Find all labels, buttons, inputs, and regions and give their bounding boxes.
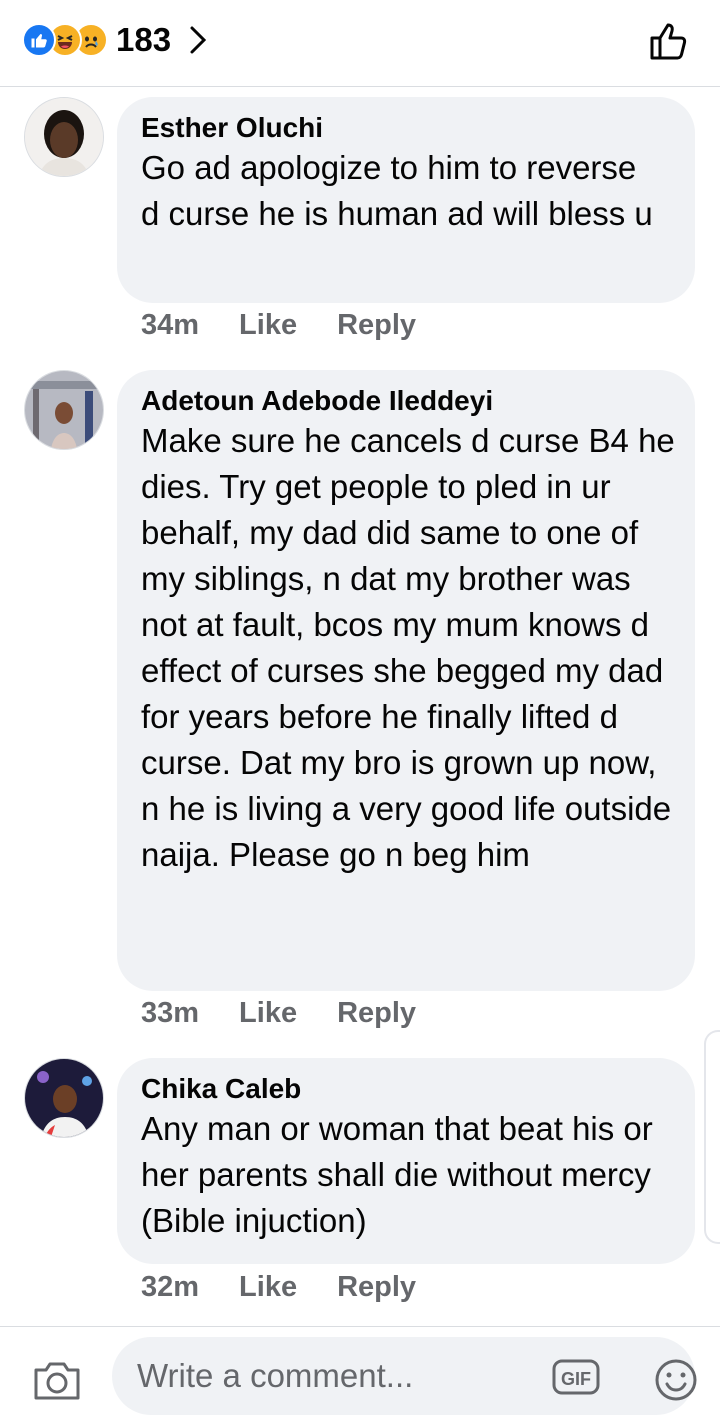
chevron-right-icon [190,26,207,54]
comment-input[interactable]: Write a comment... [112,1337,695,1415]
reply-button[interactable]: Reply [337,309,416,342]
comment-composer: Write a comment... GIF [0,1326,720,1423]
comment-text: Make sure he cancels d curse B4 he dies.… [141,422,675,873]
comment-bubble[interactable]: Esther Oluchi Go ad apologize to him to … [117,97,695,303]
reaction-count: 183 [116,21,172,58]
like-post-button[interactable] [648,20,690,62]
comment-bubble[interactable]: Adetoun Adebode Ileddeyi Make sure he ca… [117,370,695,991]
like-button[interactable]: Like [239,309,297,342]
like-icon [22,23,56,57]
emoji-icon[interactable] [654,1358,698,1402]
comment-bubble[interactable]: Chika Caleb Any man or woman that beat h… [117,1058,695,1264]
comment-actions: 33m Like Reply [141,997,456,1030]
like-button[interactable]: Like [239,997,297,1030]
reaction-summary[interactable]: 183 [22,21,207,58]
comment-actions: 34m Like Reply [141,309,456,342]
svg-text:GIF: GIF [561,1369,591,1389]
reply-button[interactable]: Reply [337,997,416,1030]
gif-button[interactable]: GIF [552,1359,600,1395]
comment-text: Go ad apologize to him to reverse d curs… [141,149,653,232]
scrollbar[interactable] [704,1030,720,1244]
comment-author[interactable]: Chika Caleb [141,1072,671,1106]
reactions-header: 183 [0,0,720,87]
comment-author[interactable]: Adetoun Adebode Ileddeyi [141,384,671,418]
comment-time: 33m [141,997,200,1029]
avatar[interactable] [24,1058,104,1138]
avatar[interactable] [24,97,104,177]
like-button[interactable]: Like [239,1271,297,1304]
avatar[interactable] [24,370,104,450]
comment-text: Any man or woman that beat his or her pa… [141,1110,653,1239]
camera-icon[interactable] [32,1360,82,1402]
comment-time: 34m [141,309,200,341]
comment-actions: 32m Like Reply [141,1271,456,1304]
comment-author[interactable]: Esther Oluchi [141,111,671,145]
comment-time: 32m [141,1271,200,1303]
reply-button[interactable]: Reply [337,1271,416,1304]
